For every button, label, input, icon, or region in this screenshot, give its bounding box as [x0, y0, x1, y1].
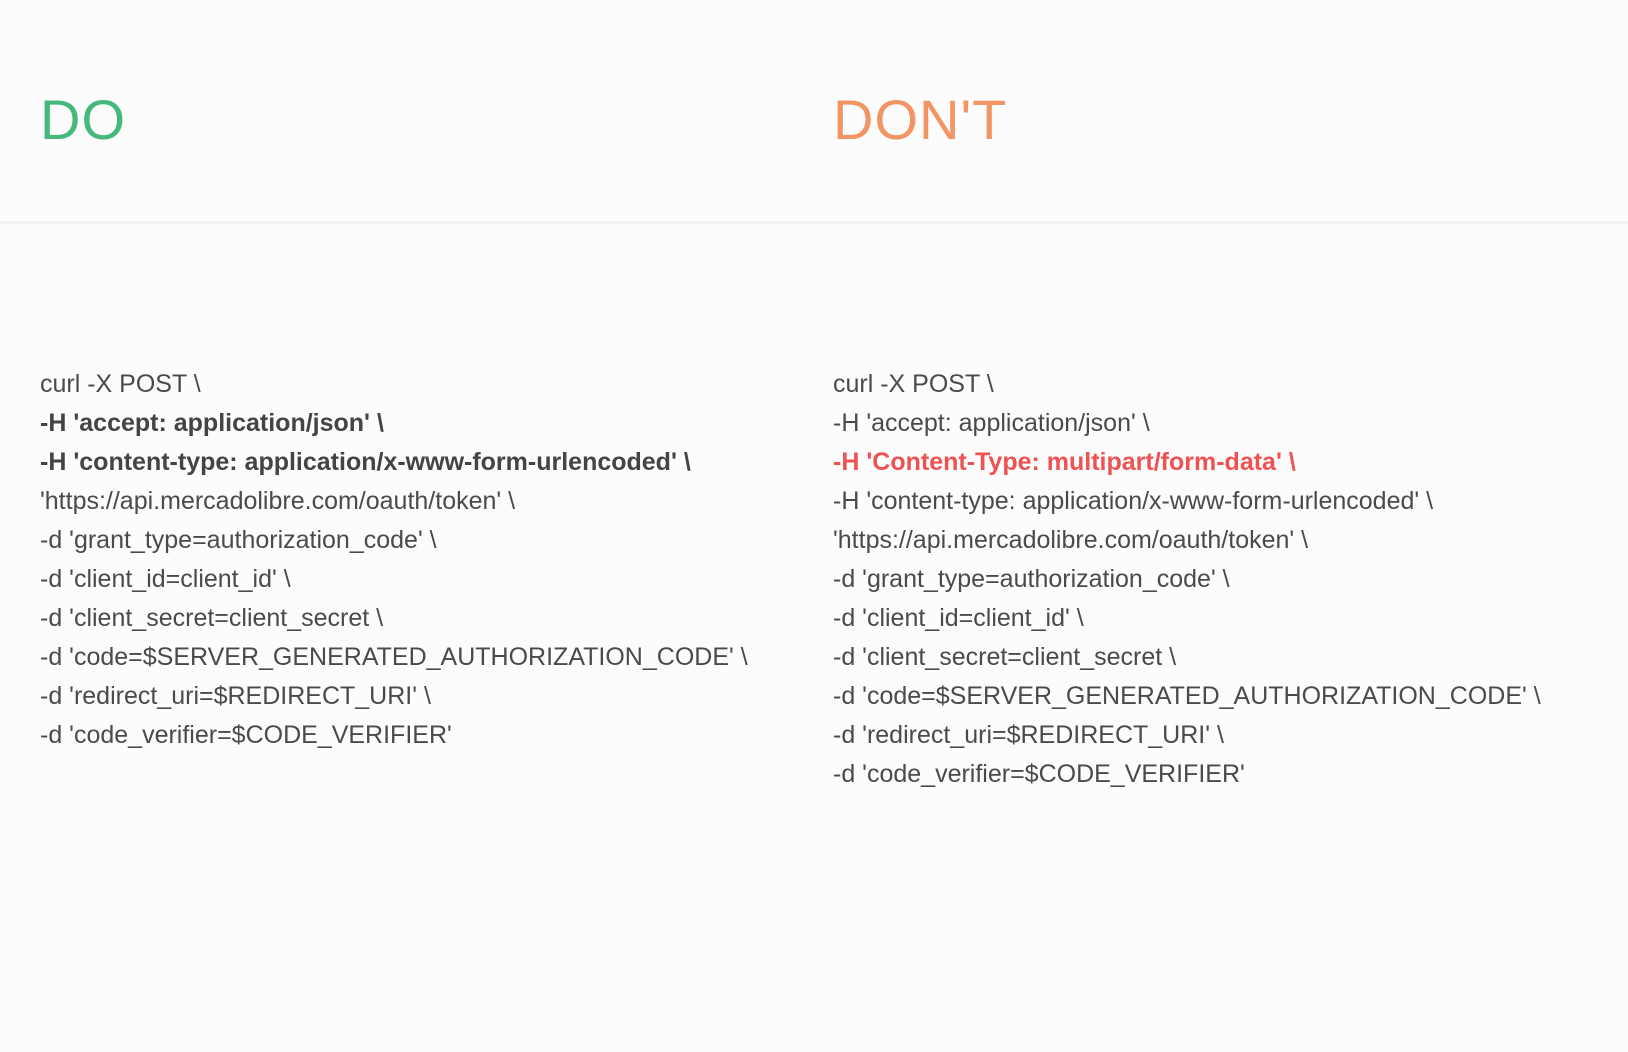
code-line: -d 'client_id=client_id' \ — [40, 565, 291, 593]
code-line: -d 'code_verifier=$CODE_VERIFIER' — [40, 721, 452, 749]
code-line: -d 'redirect_uri=$REDIRECT_URI' \ — [833, 721, 1224, 749]
dont-code-block: curl -X POST \ -H 'accept: application/js… — [833, 365, 1541, 794]
incorrect-header-line: -H 'Content-Type: multipart/form-data' \ — [833, 448, 1296, 476]
code-line: -d 'client_secret=client_secret \ — [40, 604, 384, 632]
code-line: -d 'code=$SERVER_GENERATED_AUTHORIZATION… — [833, 682, 1541, 710]
code-line: 'https://api.mercadolibre.com/oauth/toke… — [40, 487, 516, 515]
header-band: DO DON'T — [0, 0, 1628, 224]
dont-heading: DON'T — [833, 88, 1008, 151]
code-line: -d 'grant_type=authorization_code' \ — [40, 526, 437, 554]
code-line: -d 'client_secret=client_secret \ — [833, 643, 1177, 671]
code-line: curl -X POST \ — [833, 370, 994, 398]
code-line: -d 'code=$SERVER_GENERATED_AUTHORIZATION… — [40, 643, 748, 671]
code-line: curl -X POST \ — [40, 370, 201, 398]
code-line: -H 'accept: application/json' \ — [40, 409, 384, 437]
code-line: -d 'client_id=client_id' \ — [833, 604, 1084, 632]
code-line: -d 'grant_type=authorization_code' \ — [833, 565, 1230, 593]
code-line: -d 'redirect_uri=$REDIRECT_URI' \ — [40, 682, 431, 710]
do-code-block: curl -X POST \ -H 'accept: application/js… — [40, 365, 748, 755]
code-line: -H 'content-type: application/x-www-form… — [833, 487, 1434, 515]
code-line: -d 'code_verifier=$CODE_VERIFIER' — [833, 760, 1245, 788]
do-heading: DO — [40, 88, 126, 151]
code-line: -H 'content-type: application/x-www-form… — [40, 448, 691, 476]
code-line: -H 'accept: application/json' \ — [833, 409, 1150, 437]
code-line: 'https://api.mercadolibre.com/oauth/toke… — [833, 526, 1309, 554]
